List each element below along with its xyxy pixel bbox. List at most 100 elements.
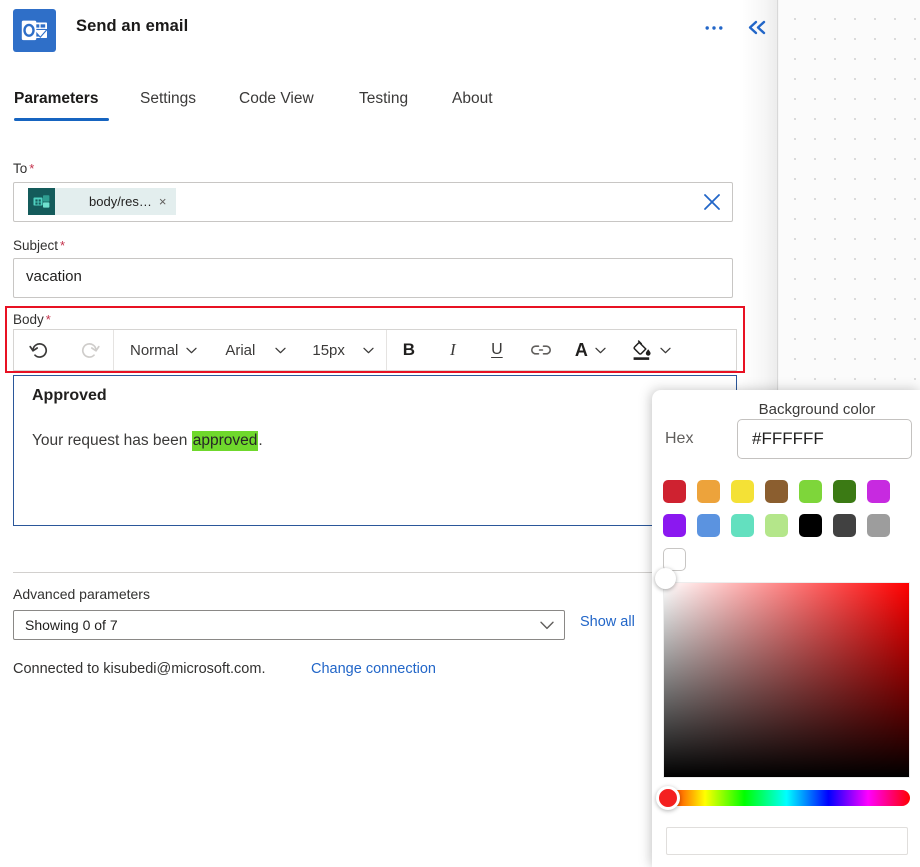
italic-button[interactable]: I <box>431 330 475 370</box>
paragraph-style-dropdown[interactable]: Normal <box>114 330 211 370</box>
connection-status-text: Connected to kisubedi@microsoft.com. <box>13 661 265 677</box>
insert-link-button[interactable] <box>519 330 563 370</box>
undo-icon <box>29 340 50 361</box>
tab-code-view[interactable]: Code View <box>239 90 314 116</box>
rich-text-editor-body[interactable]: Approved Your request has been approved. <box>13 375 737 526</box>
tab-active-underline <box>14 118 109 121</box>
color-swatch[interactable] <box>697 480 720 503</box>
hue-slider-handle[interactable] <box>656 786 680 810</box>
body-label-text: Body <box>13 312 44 327</box>
font-family-dropdown[interactable]: Arial <box>211 330 298 370</box>
saturation-value-area[interactable] <box>663 582 910 778</box>
to-token-remove-button[interactable]: × <box>159 195 175 208</box>
hex-input-value: #FFFFFF <box>752 429 824 449</box>
dynamic-content-icon <box>28 188 55 215</box>
change-connection-link[interactable]: Change connection <box>311 661 436 677</box>
color-swatch[interactable] <box>731 480 754 503</box>
color-swatch[interactable] <box>663 480 686 503</box>
subject-input[interactable]: vacation <box>13 258 733 298</box>
font-size-value: 15px <box>312 342 345 359</box>
font-family-value: Arial <box>225 342 255 359</box>
subject-field-label: Subject* <box>13 238 65 253</box>
rich-text-toolbar: Normal Arial 15px B I U <box>13 329 737 371</box>
to-label-text: To <box>13 161 27 176</box>
tab-about-label: About <box>452 90 493 107</box>
color-swatch[interactable] <box>731 514 754 537</box>
chevron-down-icon <box>186 347 197 354</box>
body-highlighted-text: approved <box>192 431 259 451</box>
tab-settings-label: Settings <box>140 90 196 107</box>
tab-testing[interactable]: Testing <box>359 90 408 116</box>
ellipsis-icon <box>705 25 723 31</box>
tab-code-view-label: Code View <box>239 90 314 107</box>
background-color-picker-popover: Background color Hex #FFFFFF <box>652 390 920 867</box>
close-x-icon[interactable] <box>700 190 724 214</box>
color-picker-title: Background color <box>652 401 920 418</box>
color-swatch[interactable] <box>663 514 686 537</box>
collapse-panel-button[interactable] <box>742 13 772 41</box>
undo-button[interactable] <box>14 330 65 370</box>
more-options-button[interactable] <box>700 14 728 42</box>
paint-bucket-icon <box>630 339 653 362</box>
tab-parameters-label: Parameters <box>14 90 98 107</box>
tab-parameters[interactable]: Parameters <box>14 90 98 116</box>
advanced-parameters-value: Showing 0 of 7 <box>25 617 118 633</box>
color-swatch[interactable] <box>697 514 720 537</box>
advanced-parameters-label: Advanced parameters <box>13 586 150 602</box>
subject-label-text: Subject <box>13 238 58 253</box>
subject-input-value: vacation <box>26 268 82 285</box>
color-swatch[interactable] <box>833 480 856 503</box>
bold-label: B <box>403 340 415 360</box>
chevron-down-icon <box>660 347 671 354</box>
body-text-after: . <box>258 432 262 449</box>
body-heading: Approved <box>32 387 107 405</box>
font-color-button[interactable]: A <box>563 330 616 370</box>
underline-button[interactable]: U <box>475 330 519 370</box>
to-token-label: body/res… <box>55 194 159 209</box>
page-title: Send an email <box>76 17 188 36</box>
to-field-label: To* <box>13 161 34 176</box>
highlight-color-button[interactable] <box>616 330 681 370</box>
color-swatch[interactable] <box>765 480 788 503</box>
redo-icon <box>79 340 100 361</box>
body-field-label: Body* <box>13 312 51 327</box>
advanced-parameters-select[interactable]: Showing 0 of 7 <box>13 610 565 640</box>
hex-input[interactable]: #FFFFFF <box>737 419 912 459</box>
body-paragraph: Your request has been approved. <box>32 432 263 450</box>
to-required-asterisk: * <box>27 161 34 176</box>
to-input[interactable]: body/res… × <box>13 182 733 222</box>
color-swatch[interactable] <box>867 514 890 537</box>
color-swatch[interactable] <box>765 514 788 537</box>
font-size-dropdown[interactable]: 15px <box>298 330 386 370</box>
body-text-before: Your request has been <box>32 432 192 449</box>
tab-bar: Parameters Settings Code View Testing Ab… <box>0 90 760 130</box>
swatch-row-2 <box>663 514 890 537</box>
bold-button[interactable]: B <box>387 330 431 370</box>
underline-label: U <box>491 341 503 359</box>
to-token[interactable]: body/res… × <box>28 188 176 215</box>
advanced-divider <box>13 572 731 573</box>
saturation-value-handle[interactable] <box>655 568 676 589</box>
paragraph-style-value: Normal <box>130 342 178 359</box>
hue-slider[interactable] <box>663 790 910 806</box>
body-required-asterisk: * <box>44 312 51 327</box>
tab-about[interactable]: About <box>452 90 493 116</box>
chevron-down-icon <box>595 347 606 354</box>
color-picker-bottom-input[interactable] <box>666 827 908 855</box>
tab-testing-label: Testing <box>359 90 408 107</box>
subject-required-asterisk: * <box>58 238 65 253</box>
hex-label: Hex <box>665 430 693 448</box>
font-color-label: A <box>575 340 588 361</box>
outlook-icon <box>13 9 56 52</box>
tab-settings[interactable]: Settings <box>140 90 196 116</box>
color-swatch[interactable] <box>799 514 822 537</box>
swatch-row-1 <box>663 480 890 503</box>
color-swatch[interactable] <box>833 514 856 537</box>
color-swatch[interactable] <box>799 480 822 503</box>
italic-label: I <box>450 340 456 360</box>
link-icon <box>530 343 552 357</box>
redo-button[interactable] <box>65 330 113 370</box>
color-swatch[interactable] <box>867 480 890 503</box>
chevron-down-icon <box>275 347 286 354</box>
show-all-link[interactable]: Show all <box>580 614 635 630</box>
